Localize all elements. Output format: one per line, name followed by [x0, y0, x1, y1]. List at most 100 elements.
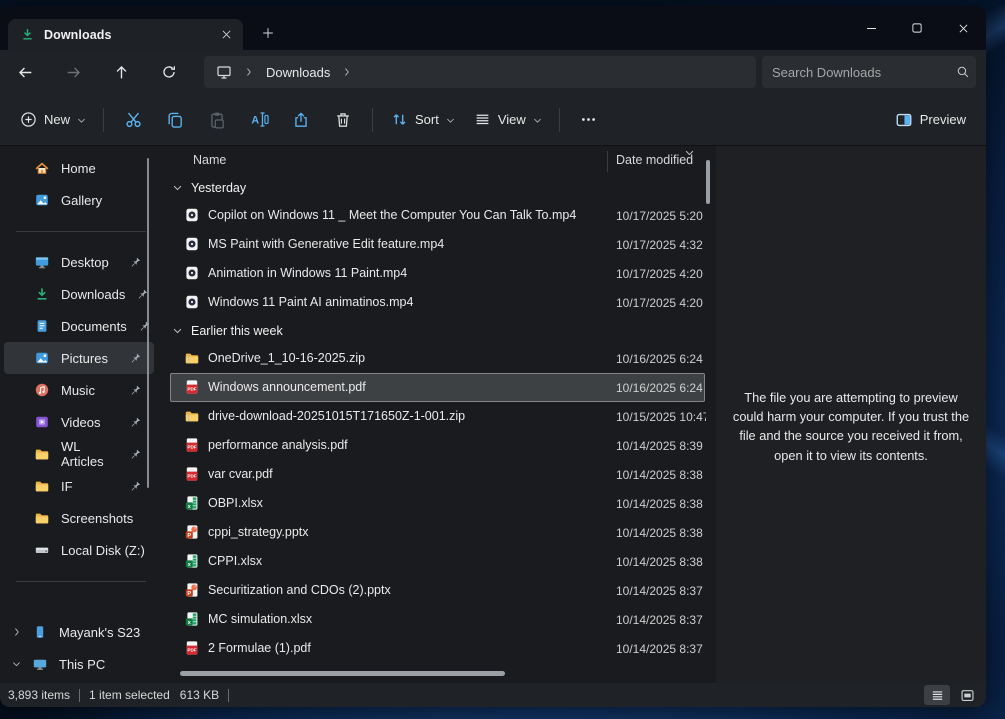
sidebar-item-screenshots[interactable]: Screenshots	[4, 502, 154, 534]
sidebar-item-downloads[interactable]: Downloads	[4, 278, 154, 310]
sidebar-scrollbar[interactable]	[147, 158, 150, 488]
file-name: Copilot on Windows 11 _ Meet the Compute…	[208, 208, 576, 222]
sidebar-item-mayank-s-s23[interactable]: Mayank's S23	[4, 616, 154, 648]
cut-button[interactable]	[112, 102, 154, 138]
search-box[interactable]	[762, 56, 976, 88]
back-button[interactable]	[8, 55, 42, 89]
column-divider[interactable]	[607, 151, 608, 172]
file-row[interactable]: PSecuritization and CDOs (2).pptx10/14/2…	[170, 576, 705, 605]
chevron-right-icon[interactable]	[342, 67, 352, 77]
file-date-modified: 10/17/2025 4:20	[616, 267, 706, 281]
home-icon	[34, 160, 50, 176]
delete-button[interactable]	[322, 102, 364, 138]
new-button-label: New	[44, 112, 70, 127]
pictures-icon	[34, 350, 50, 366]
sidebar-item-windows-c[interactable]: Windows (C:)	[4, 680, 154, 683]
preview-pane-icon	[895, 111, 913, 129]
sidebar-item-local-disk-z[interactable]: Local Disk (Z:)	[4, 534, 154, 566]
group-header-yesterday[interactable]: Yesterday	[170, 174, 705, 201]
preview-toggle-button[interactable]: Preview	[885, 102, 976, 138]
file-name: MS Paint with Generative Edit feature.mp…	[208, 237, 444, 251]
view-button[interactable]: View	[464, 102, 551, 138]
folder-icon	[34, 446, 50, 462]
tab-close-icon[interactable]	[215, 24, 237, 46]
file-row[interactable]: Copilot on Windows 11 _ Meet the Compute…	[170, 201, 705, 230]
forward-button[interactable]	[56, 55, 90, 89]
file-name: Windows announcement.pdf	[208, 380, 366, 394]
file-name: performance analysis.pdf	[208, 438, 348, 452]
file-list-vertical-scrollbar[interactable]	[706, 160, 710, 204]
pin-icon	[129, 384, 142, 397]
group-header-earlier-this-week[interactable]: Earlier this week	[170, 317, 705, 344]
file-date-modified: 10/17/2025 4:32	[616, 238, 706, 252]
file-name: cppi_strategy.pptx	[208, 525, 309, 539]
sidebar-item-home[interactable]: Home	[4, 152, 154, 184]
chevron-down-icon	[172, 325, 183, 336]
sidebar-item-desktop[interactable]: Desktop	[4, 246, 154, 278]
folder-icon	[34, 510, 50, 526]
large-icons-view-button[interactable]	[954, 685, 980, 705]
explorer-body: HomeGallery DesktopDownloadsDocumentsPict…	[0, 146, 986, 683]
sidebar-item-wl-articles[interactable]: WL Articles	[4, 438, 154, 470]
sidebar-item-label: Music	[61, 383, 95, 398]
file-list-horizontal-scrollbar[interactable]	[180, 671, 505, 676]
column-header-date-modified[interactable]: Date modified	[616, 153, 693, 167]
sidebar-item-videos[interactable]: Videos	[4, 406, 154, 438]
file-name: OneDrive_1_10-16-2025.zip	[208, 351, 365, 365]
rename-button[interactable]: A	[238, 102, 280, 138]
sort-button[interactable]: Sort	[381, 102, 464, 138]
copy-button[interactable]	[154, 102, 196, 138]
file-row[interactable]: xCPPI.xlsx10/14/2025 8:38	[170, 547, 705, 576]
explorer-tab-downloads[interactable]: Downloads	[8, 19, 243, 50]
navigation-sidebar: HomeGallery DesktopDownloadsDocumentsPict…	[0, 146, 160, 683]
documents-icon	[34, 318, 50, 334]
up-button[interactable]	[104, 55, 138, 89]
close-button[interactable]	[940, 6, 986, 50]
more-options-button[interactable]	[568, 102, 610, 138]
video-file-icon	[184, 207, 200, 223]
minimize-button[interactable]	[848, 6, 894, 50]
column-header-name[interactable]: Name	[193, 153, 226, 167]
file-row[interactable]: Windows 11 Paint AI animatinos.mp410/17/…	[170, 288, 705, 317]
selection-count: 1 item selected	[89, 688, 170, 702]
breadcrumb-location[interactable]: Downloads	[266, 65, 330, 80]
file-row[interactable]: MS Paint with Generative Edit feature.mp…	[170, 230, 705, 259]
file-name: CPPI.xlsx	[208, 554, 262, 568]
chevron-down-icon[interactable]	[12, 660, 21, 669]
maximize-button[interactable]	[894, 6, 940, 50]
paste-button[interactable]	[196, 102, 238, 138]
sidebar-item-if[interactable]: IF	[4, 470, 154, 502]
new-button[interactable]: New	[10, 102, 95, 138]
sidebar-item-music[interactable]: Music	[4, 374, 154, 406]
file-row[interactable]: PDF2 Formulae (1).pdf10/14/2025 8:37	[170, 634, 705, 663]
sidebar-item-label: Videos	[61, 415, 101, 430]
file-row[interactable]: xOBPI.xlsx10/14/2025 8:38	[170, 489, 705, 518]
breadcrumb[interactable]: Downloads	[204, 56, 756, 88]
file-row[interactable]: Pcppi_strategy.pptx10/14/2025 8:38	[170, 518, 705, 547]
file-row[interactable]: Animation in Windows 11 Paint.mp410/17/2…	[170, 259, 705, 288]
items-count: 3,893 items	[8, 688, 70, 702]
sidebar-item-gallery[interactable]: Gallery	[4, 184, 154, 216]
status-bar: 3,893 items 1 item selected 613 KB	[0, 683, 986, 707]
file-row[interactable]: PDFWindows announcement.pdf10/16/2025 6:…	[170, 373, 705, 402]
file-row[interactable]: drive-download-20251015T171650Z-1-001.zi…	[170, 402, 705, 431]
pin-icon	[129, 352, 142, 365]
chevron-down-icon	[446, 116, 454, 124]
file-row[interactable]: PDFvar cvar.pdf10/14/2025 8:38	[170, 460, 705, 489]
details-view-button[interactable]	[924, 685, 950, 705]
refresh-button[interactable]	[152, 55, 186, 89]
chevron-right-icon[interactable]	[12, 627, 22, 637]
zip-file-icon	[184, 350, 200, 366]
file-row[interactable]: OneDrive_1_10-16-2025.zip10/16/2025 6:24	[170, 344, 705, 373]
file-date-modified: 10/14/2025 8:37	[616, 642, 706, 656]
search-input[interactable]	[772, 65, 948, 80]
svg-text:P: P	[187, 591, 191, 597]
sidebar-item-documents[interactable]: Documents	[4, 310, 154, 342]
share-button[interactable]	[280, 102, 322, 138]
sidebar-item-this-pc[interactable]: This PC	[4, 648, 154, 680]
new-tab-button[interactable]	[255, 21, 281, 45]
file-row[interactable]: xMC simulation.xlsx10/14/2025 8:37	[170, 605, 705, 634]
file-row[interactable]: PDFperformance analysis.pdf10/14/2025 8:…	[170, 431, 705, 460]
sidebar-item-label: Screenshots	[61, 511, 133, 526]
sidebar-item-pictures[interactable]: Pictures	[4, 342, 154, 374]
